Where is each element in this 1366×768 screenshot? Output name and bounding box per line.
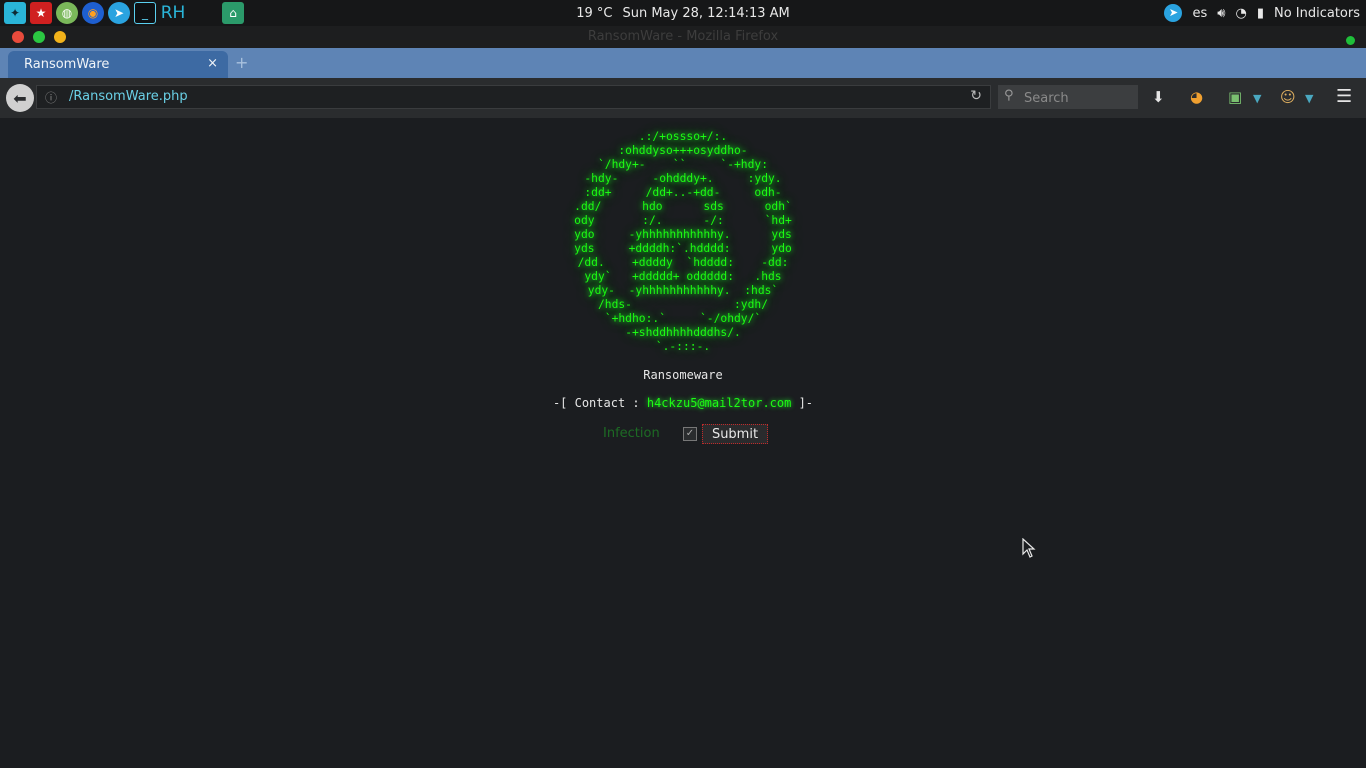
battery-icon[interactable]: ▮: [1257, 6, 1264, 21]
extension-fox-icon[interactable]: ◕: [1190, 88, 1203, 106]
ascii-line: ody :/. -/: `hd+: [574, 214, 792, 227]
page-content: .:/+ossso+/:.:ohddyso+++osyddho- `/hdy+- …: [0, 118, 1366, 768]
ascii-line: -+shddhhhhdddhs/.: [625, 326, 741, 339]
submit-button[interactable]: Submit: [702, 424, 768, 444]
mouse-cursor-icon: [1022, 538, 1036, 558]
datetime-text[interactable]: Sun May 28, 12:14:13 AM: [622, 6, 789, 21]
window-title: RansomWare - Mozilla Firefox: [587, 29, 779, 44]
system-tray: ➤ es 🔊︎ ◔ ▮ No Indicators: [1164, 0, 1360, 26]
search-input[interactable]: [1022, 87, 1136, 109]
contact-line: -[ Contact : h4ckzu5@mail2tor.com ]-: [0, 396, 1366, 410]
weather-text[interactable]: 19 °C: [576, 6, 612, 21]
globe-app-icon[interactable]: ◍: [56, 2, 78, 24]
ascii-line: /hds- :ydh/: [597, 298, 769, 311]
contact-prefix: -[ Contact :: [552, 396, 647, 410]
ascii-line: `/hdy+- `` `-+hdy:: [597, 158, 769, 171]
download-icon[interactable]: ⬇: [1152, 88, 1165, 106]
tab-title: RansomWare: [24, 57, 110, 72]
search-icon: ⚲: [1004, 88, 1014, 103]
tab-bar: RansomWare × +: [0, 48, 1366, 78]
ascii-line: `+hdho:.` `-/ohdy/`: [604, 312, 762, 325]
ascii-line: .:/+ossso+/:.: [638, 130, 728, 143]
telegram-tray-icon[interactable]: ➤: [1164, 4, 1183, 22]
ascii-line: ydy- -yhhhhhhhhhhhy. :hds`: [587, 284, 779, 297]
url-text[interactable]: /RansomWare.php: [69, 89, 188, 104]
browser-app-icon[interactable]: ◉: [82, 2, 104, 24]
ascii-line: ydo -yhhhhhhhhhhhy. yds: [574, 228, 792, 241]
ascii-line: `.-:::-.: [655, 340, 711, 353]
back-arrow-icon: ⬅: [13, 88, 27, 108]
ascii-line: :dd+ /dd+..-+dd- odh-: [584, 186, 782, 199]
reload-icon[interactable]: ↻: [970, 88, 982, 104]
rh-app-icon[interactable]: RH: [160, 2, 186, 24]
ascii-line: yds +ddddh:`.hdddd: ydo: [574, 242, 792, 255]
terminal-icon[interactable]: _: [134, 2, 156, 24]
infection-label: Infection: [603, 426, 660, 441]
infection-checkbox[interactable]: ✓: [683, 427, 697, 441]
indicators-label[interactable]: No Indicators: [1274, 6, 1360, 21]
telegram-icon[interactable]: ➤: [108, 2, 130, 24]
status-dot-icon: [1346, 36, 1355, 45]
files-icon[interactable]: ⌂: [222, 2, 244, 24]
window-titlebar: RansomWare - Mozilla Firefox: [0, 26, 1366, 48]
extension-translate-icon[interactable]: ▣: [1228, 88, 1242, 106]
ascii-line: /dd. +ddddy `hdddd: -dd:: [577, 256, 789, 269]
new-tab-button[interactable]: +: [235, 53, 248, 72]
keyboard-layout[interactable]: es: [1192, 6, 1207, 21]
search-box[interactable]: ⚲: [998, 85, 1138, 109]
volume-icon[interactable]: 🔊︎: [1217, 6, 1225, 21]
ascii-line: ydy` +ddddd+ oddddd: .hds: [584, 270, 782, 283]
extension-monkey-icon[interactable]: ☺: [1280, 88, 1296, 106]
contact-email: h4ckzu5@mail2tor.com: [646, 396, 792, 410]
contact-suffix: ]-: [791, 396, 814, 410]
flag-app-icon[interactable]: ★: [30, 2, 52, 24]
tab-close-icon[interactable]: ×: [207, 56, 218, 71]
ascii-line: -hdy- -ohdddy+. :ydy.: [584, 172, 782, 185]
ascii-line: :ohddyso+++osyddho-: [618, 144, 748, 157]
ascii-art-logo: .:/+ossso+/:.:ohddyso+++osyddho- `/hdy+- …: [0, 130, 1366, 354]
back-button[interactable]: ⬅: [6, 84, 34, 112]
monkey-dropdown-icon[interactable]: ▼: [1305, 92, 1313, 105]
app-menu-icon[interactable]: ✦: [4, 2, 26, 24]
url-bar[interactable]: ⓘ /RansomWare.php ↻: [36, 85, 991, 109]
tab-ransomware[interactable]: RansomWare ×: [8, 51, 228, 78]
ascii-line: .dd/ hdo sds odh`: [574, 200, 792, 213]
page-title: Ransomeware: [643, 368, 723, 382]
wifi-icon[interactable]: ◔: [1235, 6, 1246, 21]
translate-dropdown-icon[interactable]: ▼: [1253, 92, 1261, 105]
info-icon[interactable]: ⓘ: [45, 89, 57, 106]
menu-icon[interactable]: ☰: [1336, 86, 1352, 107]
